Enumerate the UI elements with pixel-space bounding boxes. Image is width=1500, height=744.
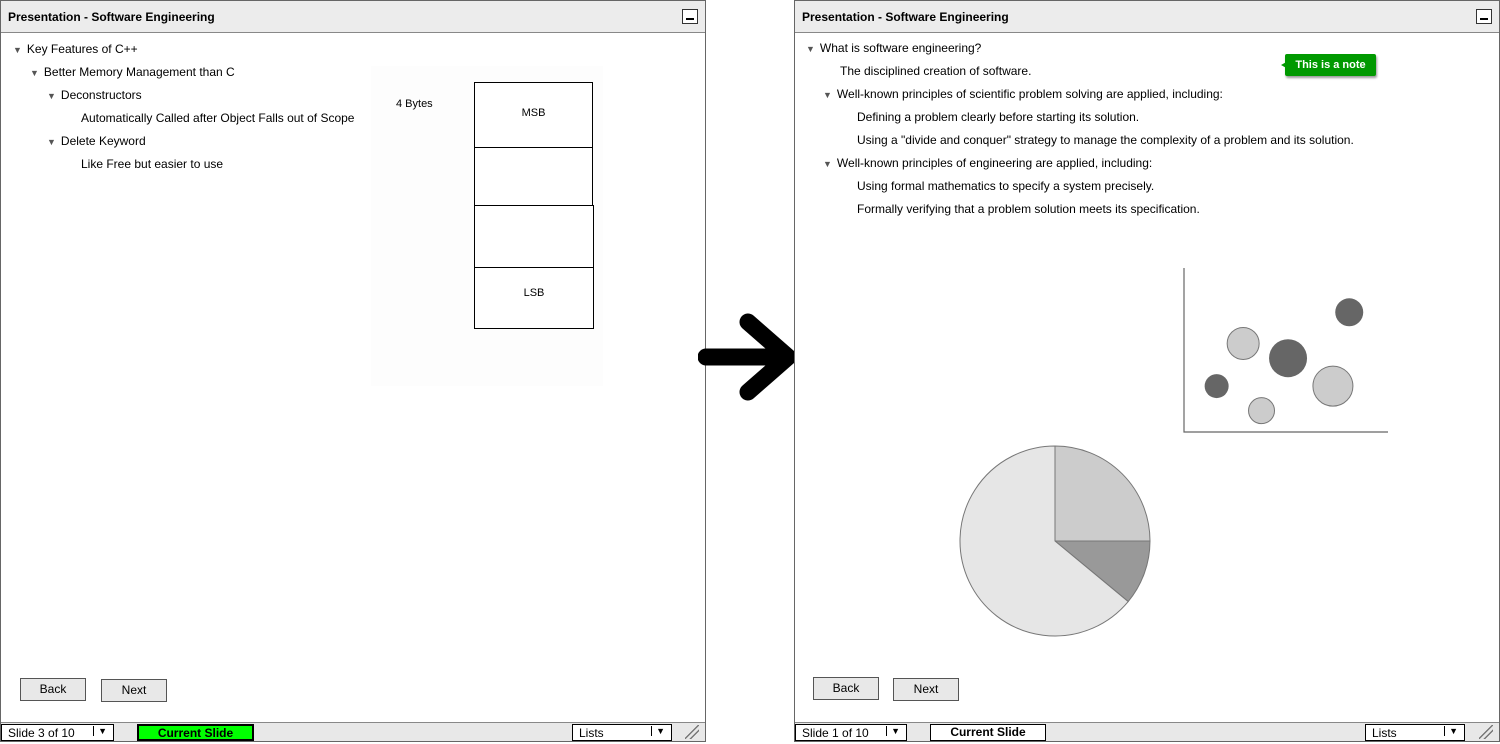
- bubble: [1312, 365, 1354, 407]
- outline-text: Automatically Called after Object Falls …: [81, 111, 355, 125]
- minimize-button[interactable]: [682, 9, 698, 24]
- view-selector[interactable]: Lists ▼: [1365, 724, 1465, 741]
- outline-text: Using a "divide and conquer" strategy to…: [857, 133, 1354, 147]
- view-label: Lists: [579, 726, 604, 740]
- expand-triangle-icon[interactable]: ▼: [47, 91, 56, 101]
- slide-label: Slide 1 of 10: [802, 726, 869, 740]
- outline-text: Delete Keyword: [60, 134, 146, 148]
- outline-item: Like Free but easier to use: [81, 157, 223, 171]
- expand-triangle-icon[interactable]: ▼: [806, 44, 815, 54]
- outline-item[interactable]: ▼ Delete Keyword: [47, 134, 146, 148]
- outline-item[interactable]: ▼ Well-known principles of engineering ar…: [823, 156, 1152, 170]
- outline-item[interactable]: ▼ Deconstructors: [47, 88, 142, 102]
- pie-slice: [1054, 445, 1151, 542]
- note-text: This is a note: [1295, 59, 1366, 71]
- expand-triangle-icon[interactable]: ▼: [13, 45, 22, 55]
- expand-triangle-icon[interactable]: ▼: [47, 137, 56, 147]
- outline-text: Better Memory Management than C: [43, 65, 235, 79]
- bubble: [1269, 339, 1308, 378]
- right-window: Presentation - Software Engineering ▼ Wha…: [794, 0, 1500, 742]
- outline-text: What is software engineering?: [819, 41, 982, 55]
- expand-triangle-icon[interactable]: ▼: [30, 68, 39, 78]
- chevron-down-icon: ▼: [93, 726, 107, 736]
- outline-text: The disciplined creation of software.: [840, 64, 1032, 78]
- chevron-down-icon: ▼: [886, 726, 900, 736]
- expand-triangle-icon[interactable]: ▼: [823, 159, 832, 169]
- slide-selector[interactable]: Slide 1 of 10 ▼: [795, 724, 907, 741]
- outline-item[interactable]: ▼ Well-known principles of scientific pro…: [823, 87, 1223, 101]
- outline-item: Defining a problem clearly before starti…: [857, 110, 1139, 124]
- chevron-down-icon: ▼: [1444, 726, 1458, 736]
- outline-item: Formally verifying that a problem soluti…: [857, 202, 1200, 216]
- current-slide-button[interactable]: Current Slide: [930, 724, 1046, 741]
- outline-text: Well-known principles of engineering are…: [836, 156, 1153, 170]
- resize-grip[interactable]: [685, 725, 699, 739]
- outline-text: Using formal mathematics to specify a sy…: [857, 179, 1155, 193]
- slide-selector[interactable]: Slide 3 of 10 ▼: [1, 724, 114, 741]
- outline-item[interactable]: ▼ Better Memory Management than C: [30, 65, 235, 79]
- outline-text: Defining a problem clearly before starti…: [857, 110, 1140, 124]
- size-label: 4 Bytes: [396, 98, 433, 110]
- bubble: [1226, 326, 1260, 360]
- bubble: [1248, 397, 1276, 425]
- memory-cell-msb: MSB: [474, 82, 593, 148]
- window-title: Presentation - Software Engineering: [1, 1, 705, 33]
- minimize-button[interactable]: [1476, 9, 1492, 24]
- outline-item: Using a "divide and conquer" strategy to…: [857, 133, 1354, 147]
- outline-text: Like Free but easier to use: [81, 157, 224, 171]
- outline-text: Key Features of C++: [26, 42, 138, 56]
- bubble: [1335, 298, 1364, 327]
- window-title: Presentation - Software Engineering: [795, 1, 1499, 33]
- slide-label: Slide 3 of 10: [8, 726, 75, 740]
- arrow-right-icon: [698, 313, 797, 401]
- outline-text: Formally verifying that a problem soluti…: [857, 202, 1200, 216]
- note-pointer: [1276, 60, 1290, 70]
- chevron-down-icon: ▼: [651, 726, 665, 736]
- left-window: Presentation - Software Engineering ▼ Key…: [0, 0, 706, 742]
- next-button[interactable]: Next: [101, 679, 167, 702]
- memory-cell: [474, 205, 594, 268]
- status-bar: Slide 1 of 10 ▼ Current Slide Lists ▼: [795, 722, 1499, 741]
- status-bar: Slide 3 of 10 ▼ Current Slide Lists ▼: [1, 722, 705, 741]
- outline-item: Automatically Called after Object Falls …: [81, 111, 354, 125]
- bubble-chart: [1183, 268, 1388, 433]
- outline-text: Deconstructors: [60, 88, 142, 102]
- memory-cell-lsb: LSB: [474, 267, 594, 329]
- view-selector[interactable]: Lists ▼: [572, 724, 672, 741]
- outline-item[interactable]: ▼ What is software engineering?: [806, 41, 981, 55]
- memory-cell: [474, 147, 593, 206]
- view-label: Lists: [1372, 726, 1397, 740]
- resize-grip[interactable]: [1479, 725, 1493, 739]
- expand-triangle-icon[interactable]: ▼: [823, 90, 832, 100]
- pie-chart: [959, 445, 1151, 637]
- outline-item: The disciplined creation of software.: [840, 64, 1031, 78]
- outline-item[interactable]: ▼ Key Features of C++: [13, 42, 138, 56]
- next-button[interactable]: Next: [893, 678, 959, 701]
- back-button[interactable]: Back: [813, 677, 879, 700]
- current-slide-button[interactable]: Current Slide: [137, 724, 254, 741]
- note-callout: This is a note: [1281, 54, 1376, 76]
- bubble: [1204, 374, 1229, 399]
- outline-item: Using formal mathematics to specify a sy…: [857, 179, 1154, 193]
- back-button[interactable]: Back: [20, 678, 86, 701]
- outline-text: Well-known principles of scientific prob…: [836, 87, 1223, 101]
